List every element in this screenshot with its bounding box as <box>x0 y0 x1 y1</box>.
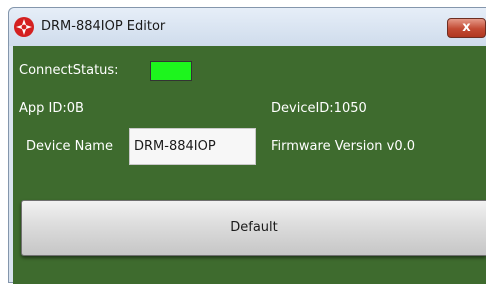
connect-status-label: ConnectStatus: <box>19 63 119 78</box>
default-button[interactable]: Default <box>21 200 486 256</box>
app-id-text: App ID:0B <box>19 101 84 116</box>
window-title: DRM-884IOP Editor <box>41 19 166 34</box>
editor-window: DRM-884IOP Editor x ConnectStatus: App I… <box>8 7 486 284</box>
title-bar[interactable]: DRM-884IOP Editor x <box>9 8 486 46</box>
device-id-text: DeviceID:1050 <box>271 101 367 116</box>
firmware-version-text: Firmware Version v0.0 <box>271 139 416 154</box>
close-icon: x <box>462 20 471 35</box>
main-panel: ConnectStatus: App ID:0B DeviceID:1050 D… <box>13 46 486 284</box>
device-name-label: Device Name <box>26 139 113 154</box>
device-name-field[interactable]: DRM-884IOP <box>129 128 256 165</box>
connect-status-indicator <box>150 61 192 81</box>
app-logo-icon <box>14 17 34 37</box>
close-button[interactable]: x <box>447 18 486 38</box>
